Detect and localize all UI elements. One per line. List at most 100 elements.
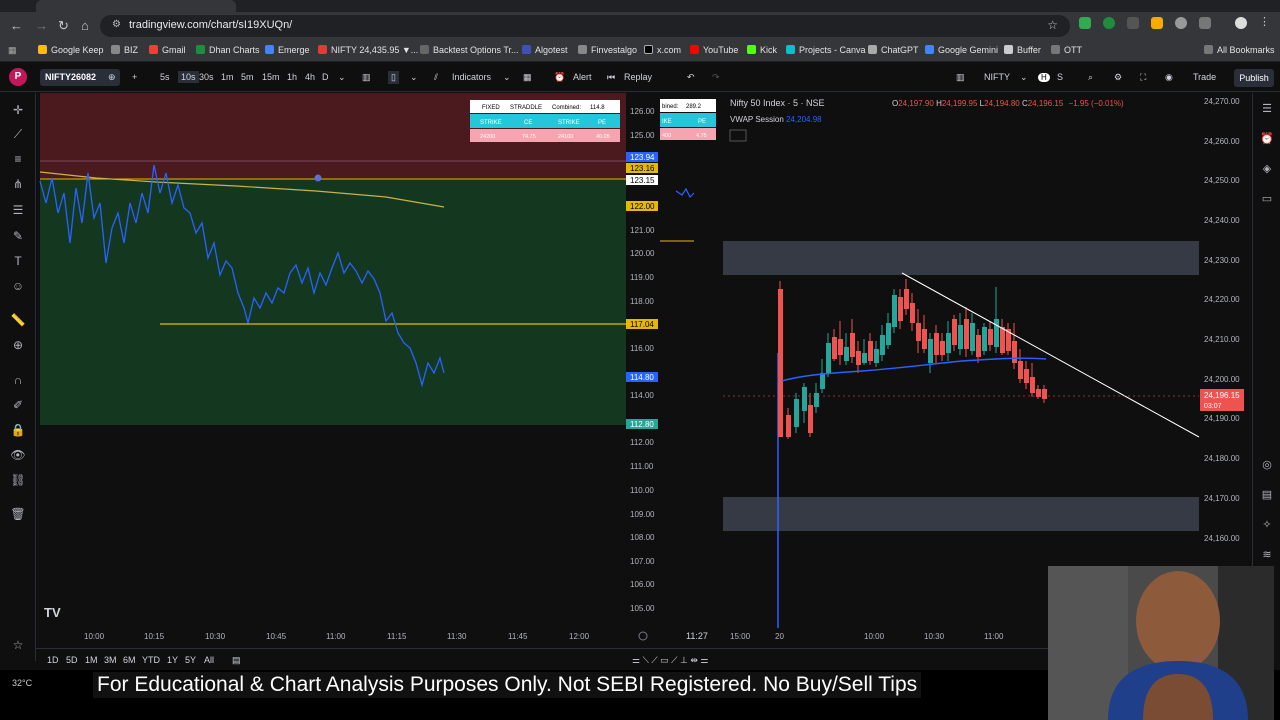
bar-chart-type-icon[interactable]: ▥ <box>362 72 371 83</box>
browser-menu-icon[interactable]: ⋮ <box>1259 15 1271 28</box>
bookmark-kick[interactable]: Kick <box>747 45 777 55</box>
chevron-down-icon[interactable]: ⌄ <box>338 72 346 83</box>
reload-icon[interactable]: ↻ <box>58 18 69 34</box>
interval-10s[interactable]: 10s <box>178 71 199 83</box>
indicators-icon[interactable]: ⫽ <box>434 72 438 83</box>
bookmark-biz[interactable]: BIZ <box>111 45 138 55</box>
alerts-icon[interactable]: ⏰ <box>1259 131 1275 147</box>
trendline-icon[interactable]: ⟋ <box>9 125 27 143</box>
bookmark-dhan-charts[interactable]: Dhan Charts <box>196 45 260 55</box>
bookmark-buffer[interactable]: Buffer <box>1004 45 1041 55</box>
stay-drawing-icon[interactable]: ✐ <box>9 396 27 414</box>
range-1d[interactable]: 1D <box>47 655 59 665</box>
left-price-chart[interactable]: 126.00 125.00 123.94 123.16 123.15 122.00 121.… <box>36 93 660 648</box>
all-bookmarks[interactable]: All Bookmarks <box>1204 45 1275 55</box>
interval-5s[interactable]: 5s <box>160 72 170 82</box>
active-tab[interactable] <box>36 0 236 12</box>
settings-small-icon[interactable]: S <box>1057 72 1063 82</box>
lock-icon[interactable]: 🔒 <box>9 421 27 439</box>
bookmark-chatgpt[interactable]: ChatGPT <box>868 45 919 55</box>
bookmark-finvestalgo[interactable]: Finvestalgo <box>578 45 637 55</box>
user-avatar[interactable]: P <box>9 68 27 86</box>
bulb-icon[interactable]: ✧ <box>1259 517 1275 533</box>
bookmark-google-keep[interactable]: Google Keep <box>38 45 104 55</box>
range-5y[interactable]: 5Y <box>185 655 196 665</box>
target-icon[interactable]: ◎ <box>1259 457 1275 473</box>
eye-icon[interactable]: 👁 <box>9 446 27 464</box>
interval-30s[interactable]: 30s <box>199 72 214 82</box>
extension-icon[interactable] <box>1127 17 1139 29</box>
ruler-icon[interactable]: 📏 <box>9 311 27 329</box>
range-5d[interactable]: 5D <box>66 655 78 665</box>
drawing-tools-icon[interactable]: ⚌ ⟍ ⟋ ▭ ⟋ ⊥ ⇹ ⚌ <box>632 655 708 666</box>
add-symbol-icon[interactable]: ⊕ <box>108 72 116 83</box>
apps-grid-icon[interactable]: ▦ <box>8 45 17 56</box>
sync-icon[interactable]: H <box>1038 73 1050 82</box>
magnet-icon[interactable]: ∩ <box>9 371 27 389</box>
candle-type-icon[interactable]: ▯ <box>388 71 399 84</box>
fib-icon[interactable]: ☰ <box>9 201 27 219</box>
search-icon[interactable]: ⌕ <box>1088 72 1093 83</box>
patterns-icon[interactable]: ☺ <box>9 277 27 295</box>
compare-icon[interactable]: + <box>132 72 137 82</box>
trash-icon[interactable]: 🗑 <box>9 505 27 523</box>
forward-icon[interactable]: → <box>35 18 48 33</box>
settings-circle-icon[interactable] <box>638 631 648 641</box>
pencil-extension-icon[interactable] <box>1151 17 1163 29</box>
interval-5m[interactable]: 5m <box>241 72 254 82</box>
interval-1m[interactable]: 1m <box>221 72 234 82</box>
signal-icon[interactable]: ≋ <box>1259 547 1275 563</box>
undo-icon[interactable]: ↶ <box>687 72 695 83</box>
replay-button[interactable]: Replay <box>624 72 652 82</box>
range-1m[interactable]: 1M <box>85 655 98 665</box>
layers-icon[interactable]: ◈ <box>1259 161 1275 177</box>
bookmark-star-icon[interactable]: ☆ <box>1047 18 1058 32</box>
bookmark-canva[interactable]: Projects - Canva <box>786 45 866 55</box>
trade-button[interactable]: Trade <box>1193 72 1216 82</box>
publish-button[interactable]: Publish <box>1234 69 1274 87</box>
redo-icon[interactable]: ↷ <box>712 72 720 83</box>
favorites-star-icon[interactable]: ☆ <box>9 636 27 654</box>
bookmark-nifty[interactable]: NIFTY 24,435.95 ▼... <box>318 45 418 55</box>
interval-d[interactable]: D <box>322 72 329 82</box>
bookmark-algotest[interactable]: Algotest <box>522 45 568 55</box>
extensions-puzzle-icon[interactable] <box>1199 17 1211 29</box>
tradingview-logo[interactable]: TV <box>44 605 61 620</box>
bookmark-gemini[interactable]: Google Gemini <box>925 45 998 55</box>
chart-title[interactable]: Nifty 50 Index · 5 · NSE <box>730 98 825 108</box>
interval-1h[interactable]: 1h <box>287 72 297 82</box>
horizontal-lines-icon[interactable]: ≡ <box>9 150 27 168</box>
extension-icon[interactable] <box>1175 17 1187 29</box>
gear-icon[interactable]: ⚙ <box>1114 72 1122 83</box>
watchlist-icon[interactable]: ☰ <box>1259 101 1275 117</box>
replay-icon[interactable]: ⏮ <box>607 72 615 83</box>
zoom-icon[interactable]: ⊕ <box>9 336 27 354</box>
chevron-down-icon[interactable]: ⌄ <box>503 72 511 83</box>
profile-icon[interactable] <box>1235 17 1247 29</box>
bookmark-gmail[interactable]: Gmail <box>149 45 186 55</box>
time-axis[interactable]: 10:00 10:15 10:30 10:45 11:00 11:15 11:30 11:45… <box>84 632 590 641</box>
range-all[interactable]: All <box>204 655 214 665</box>
interval-15m[interactable]: 15m <box>262 72 280 82</box>
chat-icon[interactable]: ▭ <box>1259 191 1275 207</box>
layout-icon[interactable]: ▥ <box>956 72 965 83</box>
alert-button[interactable]: Alert <box>573 72 592 82</box>
right-symbol-label[interactable]: NIFTY <box>984 72 1010 82</box>
drawing-anchor-icon[interactable] <box>314 174 322 182</box>
goto-date-icon[interactable]: ▤ <box>232 655 241 666</box>
back-icon[interactable]: ← <box>10 18 23 33</box>
bookmark-x[interactable]: x.com <box>644 45 681 55</box>
range-3m[interactable]: 3M <box>104 655 117 665</box>
camera-icon[interactable]: ◉ <box>1165 72 1173 83</box>
bookmark-youtube[interactable]: YouTube <box>690 45 738 55</box>
fullscreen-icon[interactable]: ⛶ <box>1140 72 1146 83</box>
range-ytd[interactable]: YTD <box>142 655 160 665</box>
pitchfork-icon[interactable]: ⋔ <box>9 175 27 193</box>
omnibox[interactable]: ⚙ tradingview.com/chart/sI19XUQn/ ☆ <box>100 15 1070 37</box>
text-icon[interactable]: T <box>9 252 27 270</box>
chevron-down-icon[interactable]: ⌄ <box>410 72 418 83</box>
crosshair-icon[interactable]: ✛ <box>9 101 27 119</box>
indicators-button[interactable]: Indicators <box>452 72 491 82</box>
extension-icon[interactable] <box>1103 17 1115 29</box>
chevron-down-icon[interactable]: ⌄ <box>1020 72 1028 83</box>
